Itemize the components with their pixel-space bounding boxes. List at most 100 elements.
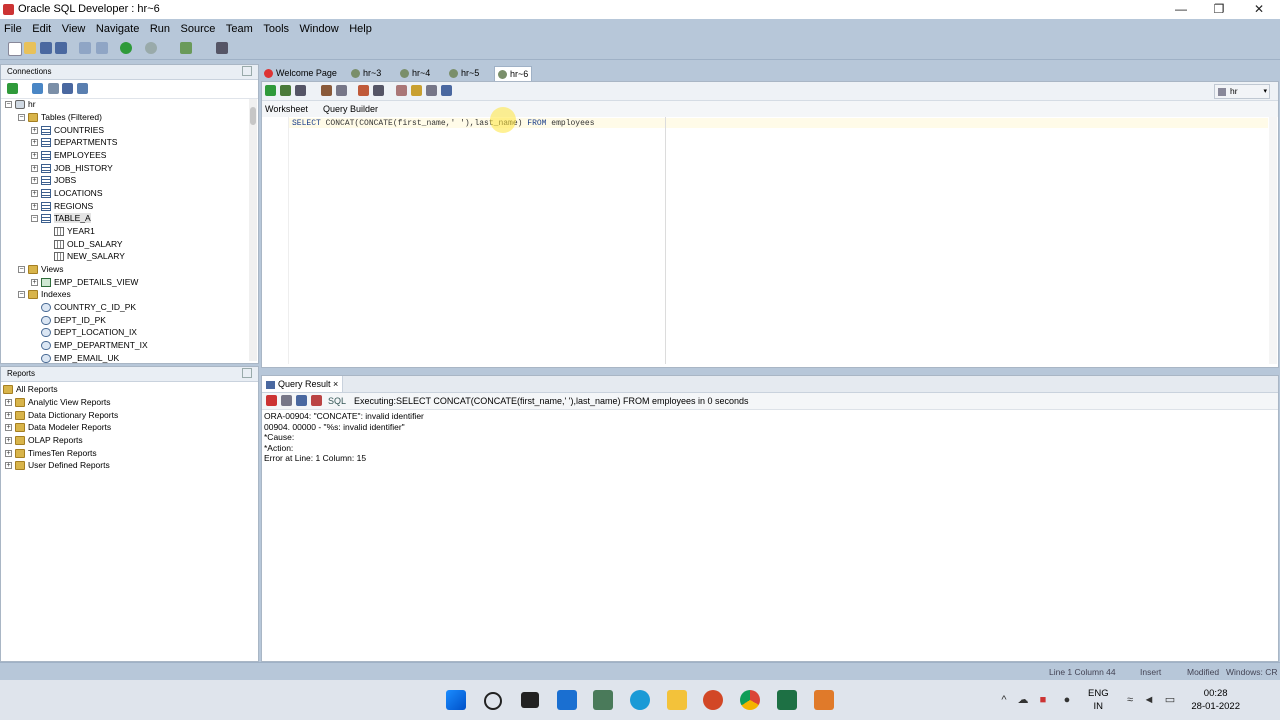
autotrace-icon[interactable] <box>295 85 306 96</box>
connections-scrollbar[interactable] <box>249 99 257 361</box>
report-item[interactable]: + OLAP Reports <box>5 434 83 447</box>
filter-icon[interactable] <box>48 83 59 94</box>
menu-navigate[interactable]: Navigate <box>96 19 139 39</box>
tree-node-tables[interactable]: − Tables (Filtered) <box>18 111 102 124</box>
tree-node-table[interactable]: + DEPARTMENTS <box>31 136 117 149</box>
tab-hr-4[interactable]: hr~4 <box>400 66 430 80</box>
format-icon[interactable] <box>441 85 452 96</box>
expand-icon[interactable]: + <box>5 399 12 407</box>
menu-run[interactable]: Run <box>150 19 170 39</box>
tree-node-table[interactable]: + JOBS <box>31 174 76 187</box>
commit-icon[interactable] <box>321 85 332 96</box>
refresh-icon[interactable] <box>296 395 307 406</box>
expand-icon[interactable]: + <box>31 203 38 211</box>
windows-start-icon[interactable] <box>446 690 466 710</box>
edge-icon[interactable] <box>630 690 650 710</box>
connection-selector[interactable]: hr ▾ <box>1214 84 1270 99</box>
collapse-icon[interactable]: − <box>18 291 25 299</box>
sql-tuning-icon[interactable] <box>373 85 384 96</box>
run-icon[interactable] <box>120 42 132 54</box>
maximize-button[interactable]: ❐ <box>1200 0 1238 19</box>
volume-icon[interactable]: ◄ <box>1143 694 1155 706</box>
scrollbar-thumb[interactable] <box>250 107 256 125</box>
expand-icon[interactable]: + <box>5 437 12 445</box>
sql-code-line[interactable]: SELECT CONCAT(CONCATE(first_name,' '),la… <box>292 107 595 133</box>
tab-query-builder[interactable]: Query Builder <box>323 104 378 114</box>
collapse-icon[interactable]: − <box>31 215 38 223</box>
undo-icon[interactable] <box>79 42 91 54</box>
minimize-panel-icon[interactable] <box>242 368 252 378</box>
expand-icon[interactable]: + <box>31 165 38 173</box>
tree-node-table[interactable]: + LOCATIONS <box>31 187 103 200</box>
debug-icon[interactable] <box>180 42 192 54</box>
powerpoint-icon[interactable] <box>703 690 723 710</box>
task-view-icon[interactable] <box>521 692 539 708</box>
tree-node-views[interactable]: − Views <box>18 263 64 276</box>
tree-node-index[interactable]: DEPT_LOCATION_IX <box>41 326 137 339</box>
code-editor[interactable]: SELECT CONCAT(CONCATE(first_name,' '),la… <box>262 107 1268 364</box>
widgets-icon[interactable] <box>557 690 577 710</box>
tab-welcome-page[interactable]: Welcome Page <box>264 66 337 80</box>
cancel-icon[interactable] <box>311 395 322 406</box>
tree-node-indexes[interactable]: − Indexes <box>18 288 71 301</box>
battery-icon[interactable]: ▭ <box>1164 694 1176 706</box>
menu-source[interactable]: Source <box>181 19 216 39</box>
menu-team[interactable]: Team <box>226 19 253 39</box>
expand-icon[interactable]: + <box>31 279 38 287</box>
run-statement-icon[interactable] <box>265 85 276 96</box>
tab-hr-6[interactable]: hr~6 <box>494 66 533 81</box>
collapse-icon[interactable]: − <box>5 101 12 109</box>
tree-node-table[interactable]: + EMPLOYEES <box>31 149 106 162</box>
report-item[interactable]: + Analytic View Reports <box>5 396 111 409</box>
language-indicator[interactable]: ENG IN <box>1088 687 1109 713</box>
expand-icon[interactable]: + <box>5 450 12 458</box>
minimize-button[interactable]: — <box>1162 0 1200 19</box>
expand-icon[interactable]: + <box>31 177 38 185</box>
sql-history-icon[interactable] <box>426 85 437 96</box>
wifi-icon[interactable]: ≈ <box>1124 694 1136 706</box>
open-folder-icon[interactable] <box>24 42 36 54</box>
binoculars-icon[interactable] <box>216 42 228 54</box>
file-explorer-icon[interactable] <box>667 690 687 710</box>
sql-button[interactable]: SQL <box>328 396 346 406</box>
minimize-panel-icon[interactable] <box>242 66 252 76</box>
save-all-icon[interactable] <box>55 42 67 54</box>
tree-node-hr[interactable]: − hr <box>5 98 36 111</box>
redo-icon[interactable] <box>96 42 108 54</box>
chevron-up-icon[interactable]: ^ <box>998 694 1010 706</box>
add-connection-icon[interactable] <box>7 83 18 94</box>
clock[interactable]: 00:28 28-01-2022 <box>1191 687 1240 713</box>
tab-hr-3[interactable]: hr~3 <box>351 66 381 80</box>
expand-icon[interactable]: + <box>31 139 38 147</box>
menu-window[interactable]: Window <box>300 19 339 39</box>
schema-browser-icon[interactable] <box>62 83 73 94</box>
tree-node-column[interactable]: NEW_SALARY <box>54 250 125 263</box>
refresh-icon[interactable] <box>32 83 43 94</box>
print-icon[interactable] <box>281 395 292 406</box>
collapse-icon[interactable]: − <box>18 266 25 274</box>
new-file-icon[interactable] <box>8 42 22 56</box>
expand-icon[interactable]: + <box>31 127 38 135</box>
tree-node-column[interactable]: YEAR1 <box>54 225 95 238</box>
menu-tools[interactable]: Tools <box>263 19 289 39</box>
save-icon[interactable] <box>40 42 52 54</box>
menu-view[interactable]: View <box>62 19 86 39</box>
tree-node-index[interactable]: COUNTRY_C_ID_PK <box>41 301 136 314</box>
menu-edit[interactable]: Edit <box>32 19 51 39</box>
expand-icon[interactable]: + <box>31 152 38 160</box>
navigate-icon[interactable] <box>145 42 157 54</box>
clear-icon[interactable] <box>411 85 422 96</box>
expand-icon[interactable]: + <box>5 462 12 470</box>
tab-query-result[interactable]: Query Result × <box>262 376 344 392</box>
rollback-icon[interactable] <box>336 85 347 96</box>
excel-icon[interactable] <box>777 690 797 710</box>
onedrive-icon[interactable]: ☁ <box>1017 694 1029 706</box>
app-tray-icon[interactable]: ■ <box>1037 694 1049 706</box>
sql-developer-taskbar-icon[interactable] <box>593 690 613 710</box>
microphone-icon[interactable]: ● <box>1061 694 1073 706</box>
menu-file[interactable]: File <box>4 19 22 39</box>
recorder-icon[interactable] <box>814 690 834 710</box>
expand-icon[interactable]: + <box>31 190 38 198</box>
report-item[interactable]: + Data Modeler Reports <box>5 421 111 434</box>
menu-help[interactable]: Help <box>349 19 372 39</box>
